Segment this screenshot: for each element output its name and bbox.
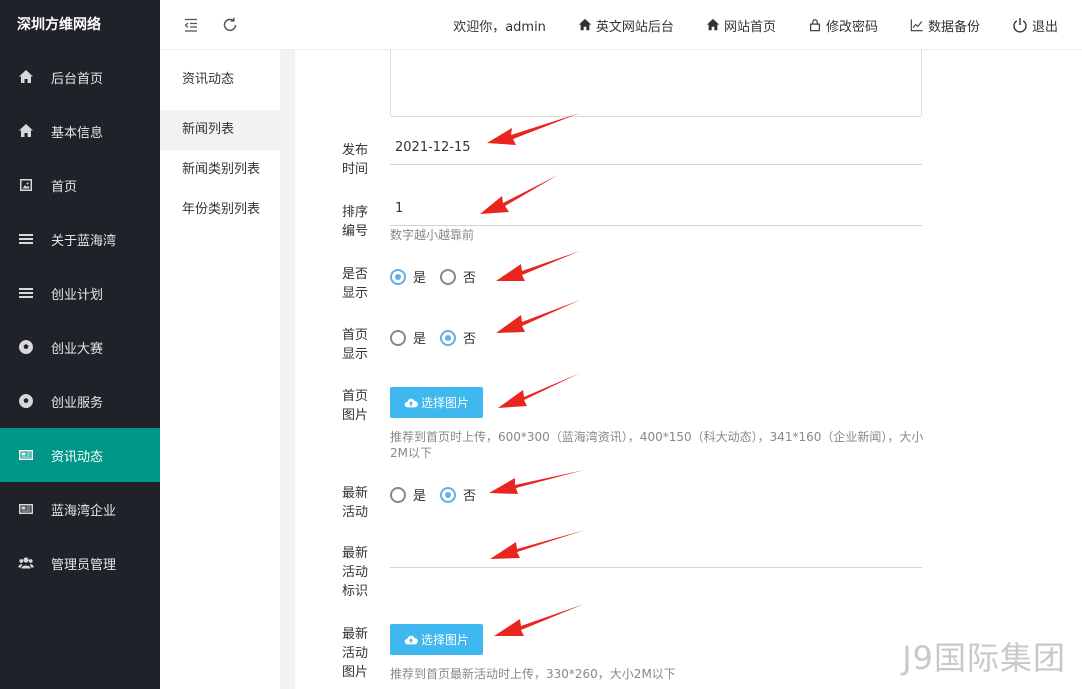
- arrow-sort-number: [480, 175, 558, 214]
- arrow-activity-image: [494, 604, 584, 636]
- arrow-home-show: [496, 300, 580, 333]
- red-arrow-icons: [480, 113, 585, 636]
- arrow-is-show: [496, 251, 580, 281]
- arrow-activity-tag: [490, 530, 585, 559]
- watermark: J9国际集团: [902, 639, 1066, 677]
- arrow-home-image: [498, 373, 580, 408]
- annotation-arrows: [480, 113, 585, 636]
- arrow-publish-time: [487, 113, 580, 145]
- arrow-latest-activity: [489, 470, 584, 494]
